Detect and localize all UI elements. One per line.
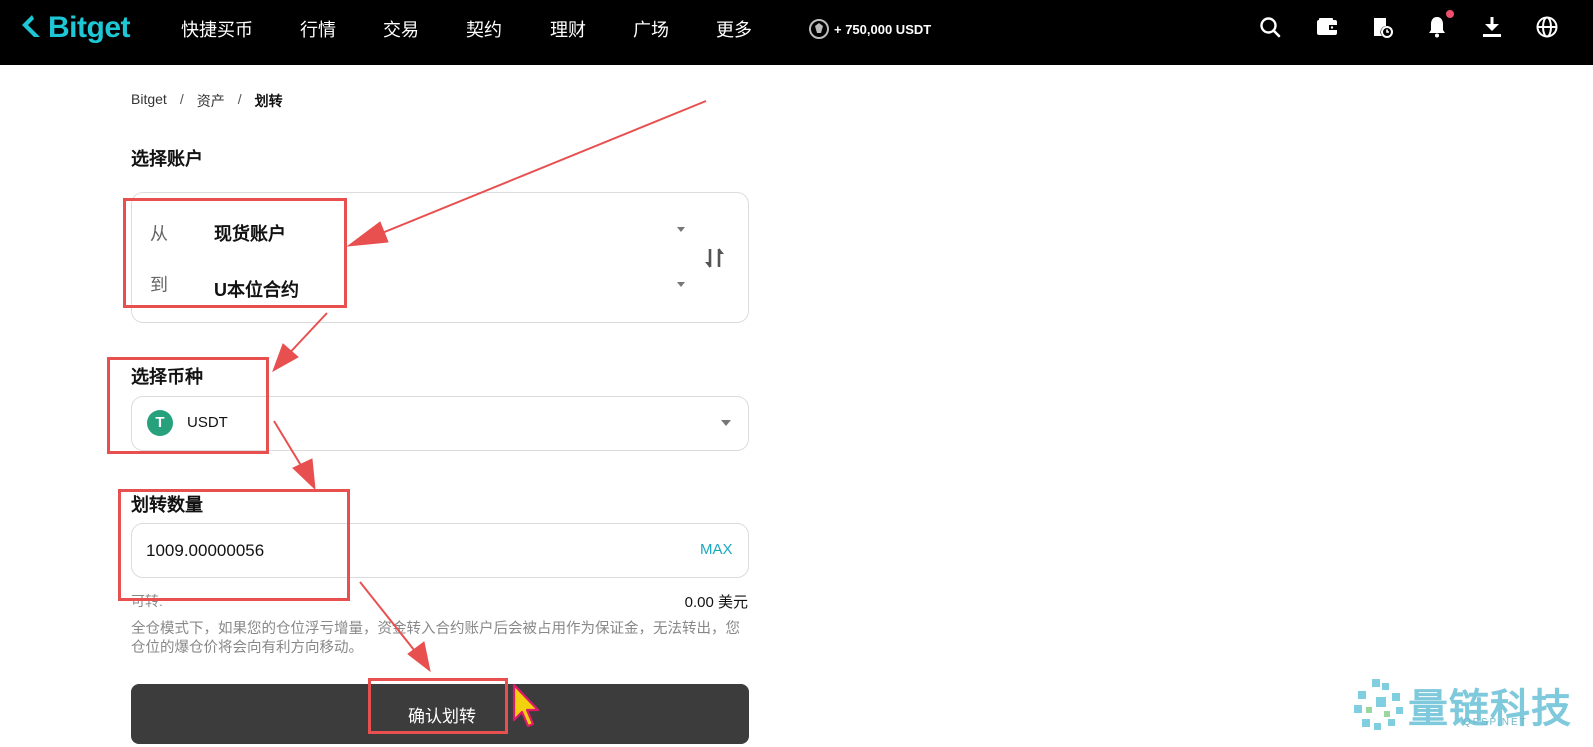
breadcrumb-separator: / — [237, 91, 242, 107]
promo-banner[interactable]: + 750,000 USDT — [808, 18, 931, 40]
nav-earn[interactable]: 理财 — [550, 16, 586, 42]
max-button[interactable]: MAX — [700, 541, 733, 558]
breadcrumb: Bitget / 资产 / 划转 — [131, 91, 296, 111]
watermark-subtext: QFSP.NET — [1463, 717, 1528, 728]
highlight-confirm-box — [368, 678, 508, 734]
bitget-logo[interactable]: Bitget — [18, 8, 131, 48]
to-dropdown-icon[interactable] — [677, 282, 685, 287]
nav-more[interactable]: 更多 — [716, 16, 752, 42]
breadcrumb-assets[interactable]: 资产 — [197, 91, 225, 111]
breadcrumb-current: 划转 — [254, 93, 283, 109]
from-dropdown-icon[interactable] — [677, 227, 685, 232]
notification-badge — [1446, 10, 1454, 18]
brand-name: Bitget — [48, 11, 131, 44]
nav-markets[interactable]: 行情 — [300, 16, 336, 42]
available-value: 0.00 美元 — [684, 594, 748, 611]
watermark-logo-icon — [1354, 679, 1403, 730]
nav-square[interactable]: 广场 — [633, 16, 669, 42]
bell-icon[interactable] — [1425, 15, 1449, 39]
nav-trade[interactable]: 交易 — [383, 16, 419, 42]
highlight-coin-box — [107, 357, 269, 454]
promo-text: + 750,000 USDT — [834, 21, 932, 37]
nav-contracts[interactable]: 契约 — [466, 16, 502, 42]
coin-dropdown-icon[interactable] — [721, 420, 731, 426]
bitget-logo-icon — [22, 15, 40, 37]
swap-accounts-icon[interactable] — [704, 245, 726, 271]
download-icon[interactable] — [1480, 15, 1504, 39]
nav-quick-buy[interactable]: 快捷买币 — [181, 16, 253, 42]
margin-notice: 全仓模式下，如果您的仓位浮亏增量，资金转入合约账户后会被占用作为保证金，无法转出… — [131, 621, 740, 656]
breadcrumb-root[interactable]: Bitget — [131, 91, 167, 111]
select-account-title: 选择账户 — [131, 149, 203, 169]
search-icon[interactable] — [1258, 15, 1282, 39]
watermark: 量链科技 — [1352, 676, 1572, 734]
globe-icon[interactable] — [1535, 15, 1559, 39]
wallet-icon[interactable] — [1315, 15, 1339, 39]
trophy-icon — [809, 19, 829, 39]
highlight-account-box — [123, 198, 347, 308]
top-navigation-bar: Bitget 快捷买币 行情 交易 契约 理财 广场 更多 + 750,000 … — [0, 0, 1593, 65]
order-history-icon[interactable] — [1370, 15, 1394, 39]
breadcrumb-separator: / — [179, 91, 184, 107]
highlight-amount-box — [118, 489, 350, 601]
